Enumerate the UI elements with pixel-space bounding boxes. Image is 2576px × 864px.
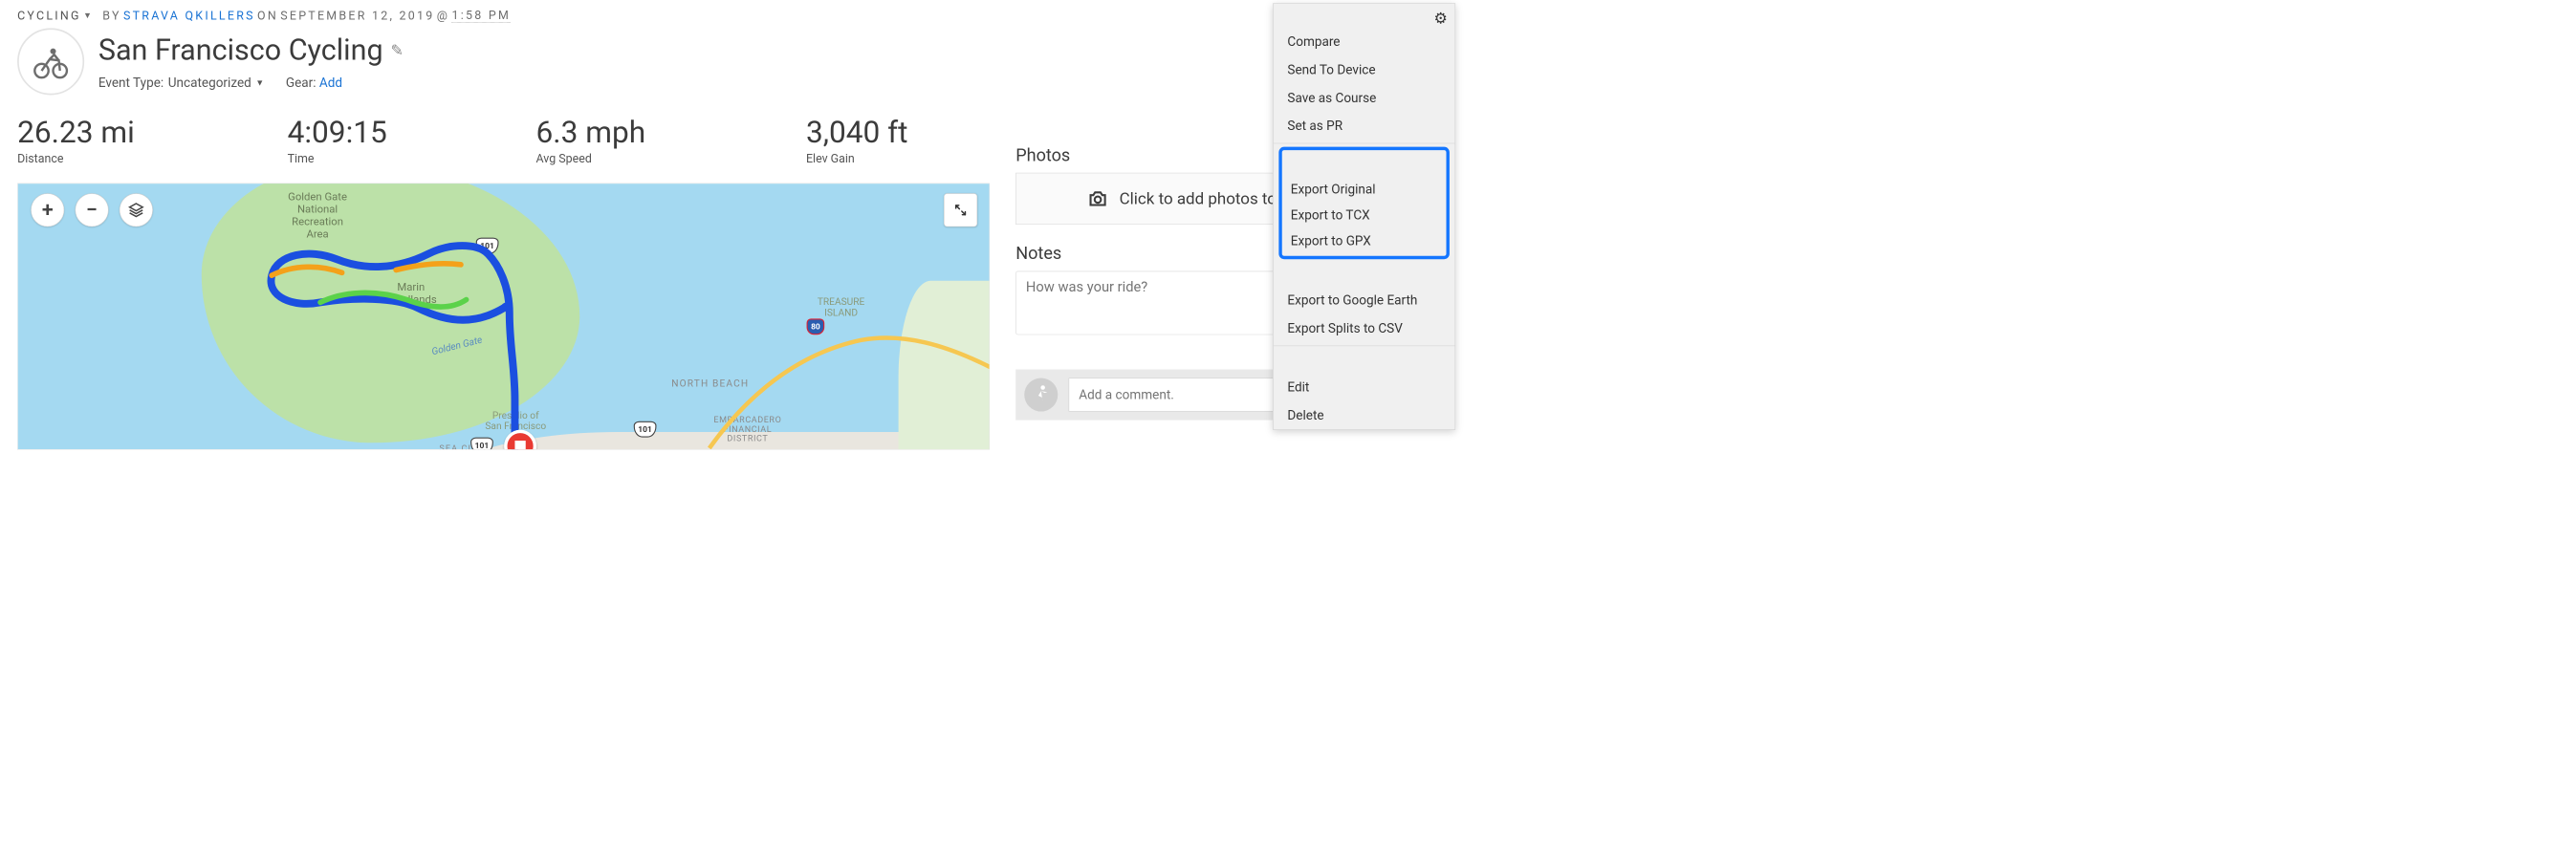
gear-label: Gear: (286, 75, 317, 90)
activity-date: SEPTEMBER 12, 2019 (280, 9, 434, 22)
cycling-icon (33, 43, 69, 79)
route-path (18, 184, 990, 450)
options-menu: ⚙ Compare Send To Device Save as Course … (1273, 3, 1455, 429)
at-label: @ (437, 9, 449, 22)
add-gear-link[interactable]: Add (319, 75, 342, 90)
page-title: San Francisco Cycling ✎ (98, 33, 404, 68)
menu-compare[interactable]: Compare (1274, 28, 1455, 55)
menu-export-splits-csv[interactable]: Export Splits to CSV (1274, 314, 1455, 342)
menu-edit[interactable]: Edit (1274, 373, 1455, 400)
stat-time: 4:09:15 Time (288, 115, 536, 166)
menu-export-google-earth[interactable]: Export to Google Earth (1274, 286, 1455, 313)
stat-distance: 26.23 mi Distance (17, 115, 288, 166)
avatar (1024, 378, 1058, 412)
stat-distance-label: Distance (17, 152, 288, 165)
menu-export-original[interactable]: Export Original (1282, 176, 1447, 202)
by-label: BY (102, 9, 120, 22)
activity-map[interactable]: Golden GateNationalRecreationArea MarinH… (17, 184, 990, 450)
stat-avgspeed-label: Avg Speed (535, 152, 806, 165)
event-type-label: Event Type: (98, 75, 164, 90)
stat-time-value: 4:09:15 (288, 115, 536, 150)
breadcrumb: CYCLING ▼ BY STRAVA QKILLERS ON SEPTEMBE… (17, 9, 1438, 23)
menu-export-gpx[interactable]: Export to GPX (1282, 227, 1447, 253)
stat-avgspeed: 6.3 mph Avg Speed (535, 115, 806, 166)
stat-elev-value: 3,040 ft (806, 115, 969, 150)
gear-icon[interactable]: ⚙ (1433, 10, 1447, 28)
activity-time: 1:58 PM (451, 9, 511, 23)
stat-distance-value: 26.23 mi (17, 115, 288, 150)
activity-sport-icon (17, 28, 84, 95)
event-type-value[interactable]: Uncategorized (168, 75, 251, 90)
layers-icon (127, 202, 144, 219)
map-zoom-out-button[interactable]: − (76, 193, 109, 227)
stat-time-label: Time (288, 152, 536, 165)
export-group-highlight: Export Original Export to TCX Export to … (1278, 147, 1450, 260)
menu-save-course[interactable]: Save as Course (1274, 84, 1455, 112)
map-fullscreen-button[interactable] (944, 193, 977, 227)
menu-delete[interactable]: Delete (1274, 401, 1455, 429)
menu-export-tcx[interactable]: Export to TCX (1282, 202, 1447, 227)
fullscreen-icon (953, 203, 968, 217)
activity-type-select[interactable]: CYCLING (17, 9, 81, 22)
activity-title-text: San Francisco Cycling (98, 33, 383, 68)
runner-icon (1030, 384, 1052, 406)
map-zoom-in-button[interactable]: + (31, 193, 64, 227)
menu-send-device[interactable]: Send To Device (1274, 55, 1455, 83)
on-label: ON (257, 9, 278, 22)
map-layers-button[interactable] (120, 193, 153, 227)
chevron-down-icon[interactable]: ▼ (83, 11, 94, 21)
camera-icon (1087, 188, 1109, 210)
stat-elev: 3,040 ft Elev Gain (806, 115, 969, 166)
stat-elev-label: Elev Gain (806, 152, 969, 165)
stat-avgspeed-value: 6.3 mph (535, 115, 806, 150)
chevron-down-icon[interactable]: ▼ (255, 77, 264, 88)
author-link[interactable]: STRAVA QKILLERS (123, 9, 255, 22)
edit-title-button[interactable]: ✎ (391, 41, 404, 59)
menu-set-pr[interactable]: Set as PR (1274, 112, 1455, 140)
